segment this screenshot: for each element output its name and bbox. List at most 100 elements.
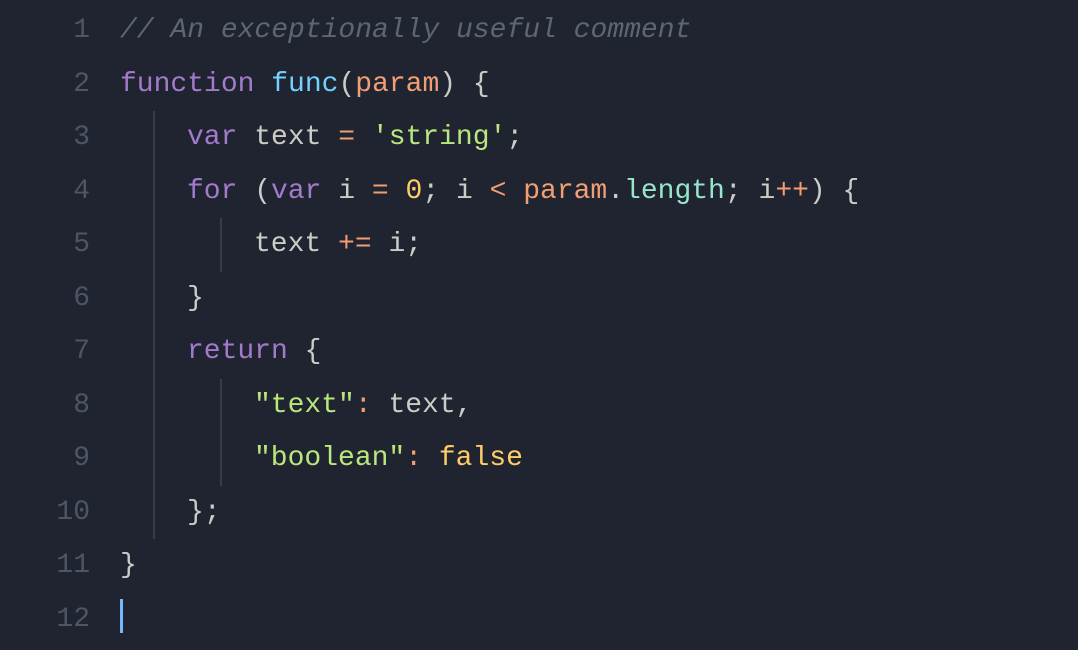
line-number: 1 (0, 4, 120, 58)
token-keyword: var (271, 176, 321, 207)
token-punc: ; (405, 229, 422, 260)
line-number: 3 (0, 111, 120, 165)
token-punc: ) (439, 69, 456, 100)
token-space (826, 176, 843, 207)
token-keyword: for (187, 176, 237, 207)
code-content[interactable]: // An exceptionally useful comment (120, 4, 1078, 58)
line-number: 6 (0, 272, 120, 326)
code-line[interactable]: 4for (var i = 0; i < param.length; i++) … (0, 165, 1078, 219)
token-operator: : (405, 443, 422, 474)
token-comment: // An exceptionally useful comment (120, 15, 691, 46)
code-content[interactable]: text += i; (120, 218, 1078, 272)
line-number: 8 (0, 379, 120, 433)
token-space (506, 176, 523, 207)
token-punc: { (473, 69, 490, 100)
token-punc: } (120, 550, 137, 581)
line-number: 4 (0, 165, 120, 219)
token-ident: i (338, 176, 355, 207)
code-content[interactable]: for (var i = 0; i < param.length; i++) { (120, 165, 1078, 219)
indent-guide (153, 218, 155, 272)
indent-guide (220, 432, 222, 486)
token-space (372, 390, 389, 421)
code-line[interactable]: 1// An exceptionally useful comment (0, 4, 1078, 58)
code-content[interactable]: return { (120, 325, 1078, 379)
line-number: 2 (0, 58, 120, 112)
token-prop: length (624, 176, 725, 207)
code-line[interactable]: 9"boolean": false (0, 432, 1078, 486)
token-punc: ; (204, 497, 221, 528)
code-line[interactable]: 10}; (0, 486, 1078, 540)
token-space (742, 176, 759, 207)
token-ident: i (759, 176, 776, 207)
code-line[interactable]: 6} (0, 272, 1078, 326)
indent-guide (153, 325, 155, 379)
token-ident: i (456, 176, 473, 207)
indent-guide (153, 111, 155, 165)
token-operator: = (338, 122, 355, 153)
code-line[interactable]: 3var text = 'string'; (0, 111, 1078, 165)
indent-guide (153, 165, 155, 219)
indent-guide (153, 432, 155, 486)
token-punc: ; (422, 176, 439, 207)
token-keyword: function (120, 69, 254, 100)
line-number: 9 (0, 432, 120, 486)
code-content[interactable]: "boolean": false (120, 432, 1078, 486)
token-space (237, 122, 254, 153)
line-number: 5 (0, 218, 120, 272)
code-line[interactable]: 2function func(param) { (0, 58, 1078, 112)
line-number: 12 (0, 593, 120, 647)
indent-guide (153, 272, 155, 326)
indent-guide (220, 379, 222, 433)
code-line[interactable]: 8"text": text, (0, 379, 1078, 433)
token-number: 0 (406, 176, 423, 207)
line-number: 10 (0, 486, 120, 540)
token-space (456, 69, 473, 100)
token-punc: ; (725, 176, 742, 207)
token-punc: ; (506, 122, 523, 153)
token-param: param (355, 69, 439, 100)
code-content[interactable]: "text": text, (120, 379, 1078, 433)
code-content[interactable]: var text = 'string'; (120, 111, 1078, 165)
code-content[interactable]: }; (120, 486, 1078, 540)
token-keyword: return (187, 336, 288, 367)
token-string: "text" (254, 390, 355, 421)
code-content[interactable]: } (120, 272, 1078, 326)
token-space (355, 176, 372, 207)
token-punc: ( (338, 69, 355, 100)
indent-guide (220, 218, 222, 272)
token-space (237, 176, 254, 207)
token-ident: text (254, 229, 321, 260)
token-punc: ) (809, 176, 826, 207)
code-editor[interactable]: 1// An exceptionally useful comment2func… (0, 0, 1078, 646)
code-line[interactable]: 7return { (0, 325, 1078, 379)
indent-guide (153, 379, 155, 433)
indent-guide (153, 486, 155, 540)
code-content[interactable] (120, 593, 1078, 647)
line-number: 7 (0, 325, 120, 379)
line-number: 11 (0, 539, 120, 593)
token-bool: false (439, 443, 523, 474)
token-punc: { (305, 336, 322, 367)
token-space (389, 176, 406, 207)
token-space (288, 336, 305, 367)
token-operator: < (490, 176, 507, 207)
token-space (254, 69, 271, 100)
token-space (321, 229, 338, 260)
text-cursor (120, 599, 123, 633)
code-content[interactable]: function func(param) { (120, 58, 1078, 112)
token-keyword: var (187, 122, 237, 153)
token-space (321, 122, 338, 153)
token-string: "boolean" (254, 443, 405, 474)
token-operator: += (338, 229, 372, 260)
token-funcname: func (271, 69, 338, 100)
token-ident: text (254, 122, 321, 153)
code-content[interactable]: } (120, 539, 1078, 593)
code-line[interactable]: 12 (0, 593, 1078, 647)
token-space (473, 176, 490, 207)
code-line[interactable]: 11} (0, 539, 1078, 593)
token-operator: = (372, 176, 389, 207)
code-line[interactable]: 5text += i; (0, 218, 1078, 272)
token-space (439, 176, 456, 207)
token-param: param (523, 176, 607, 207)
token-operator: : (355, 390, 372, 421)
